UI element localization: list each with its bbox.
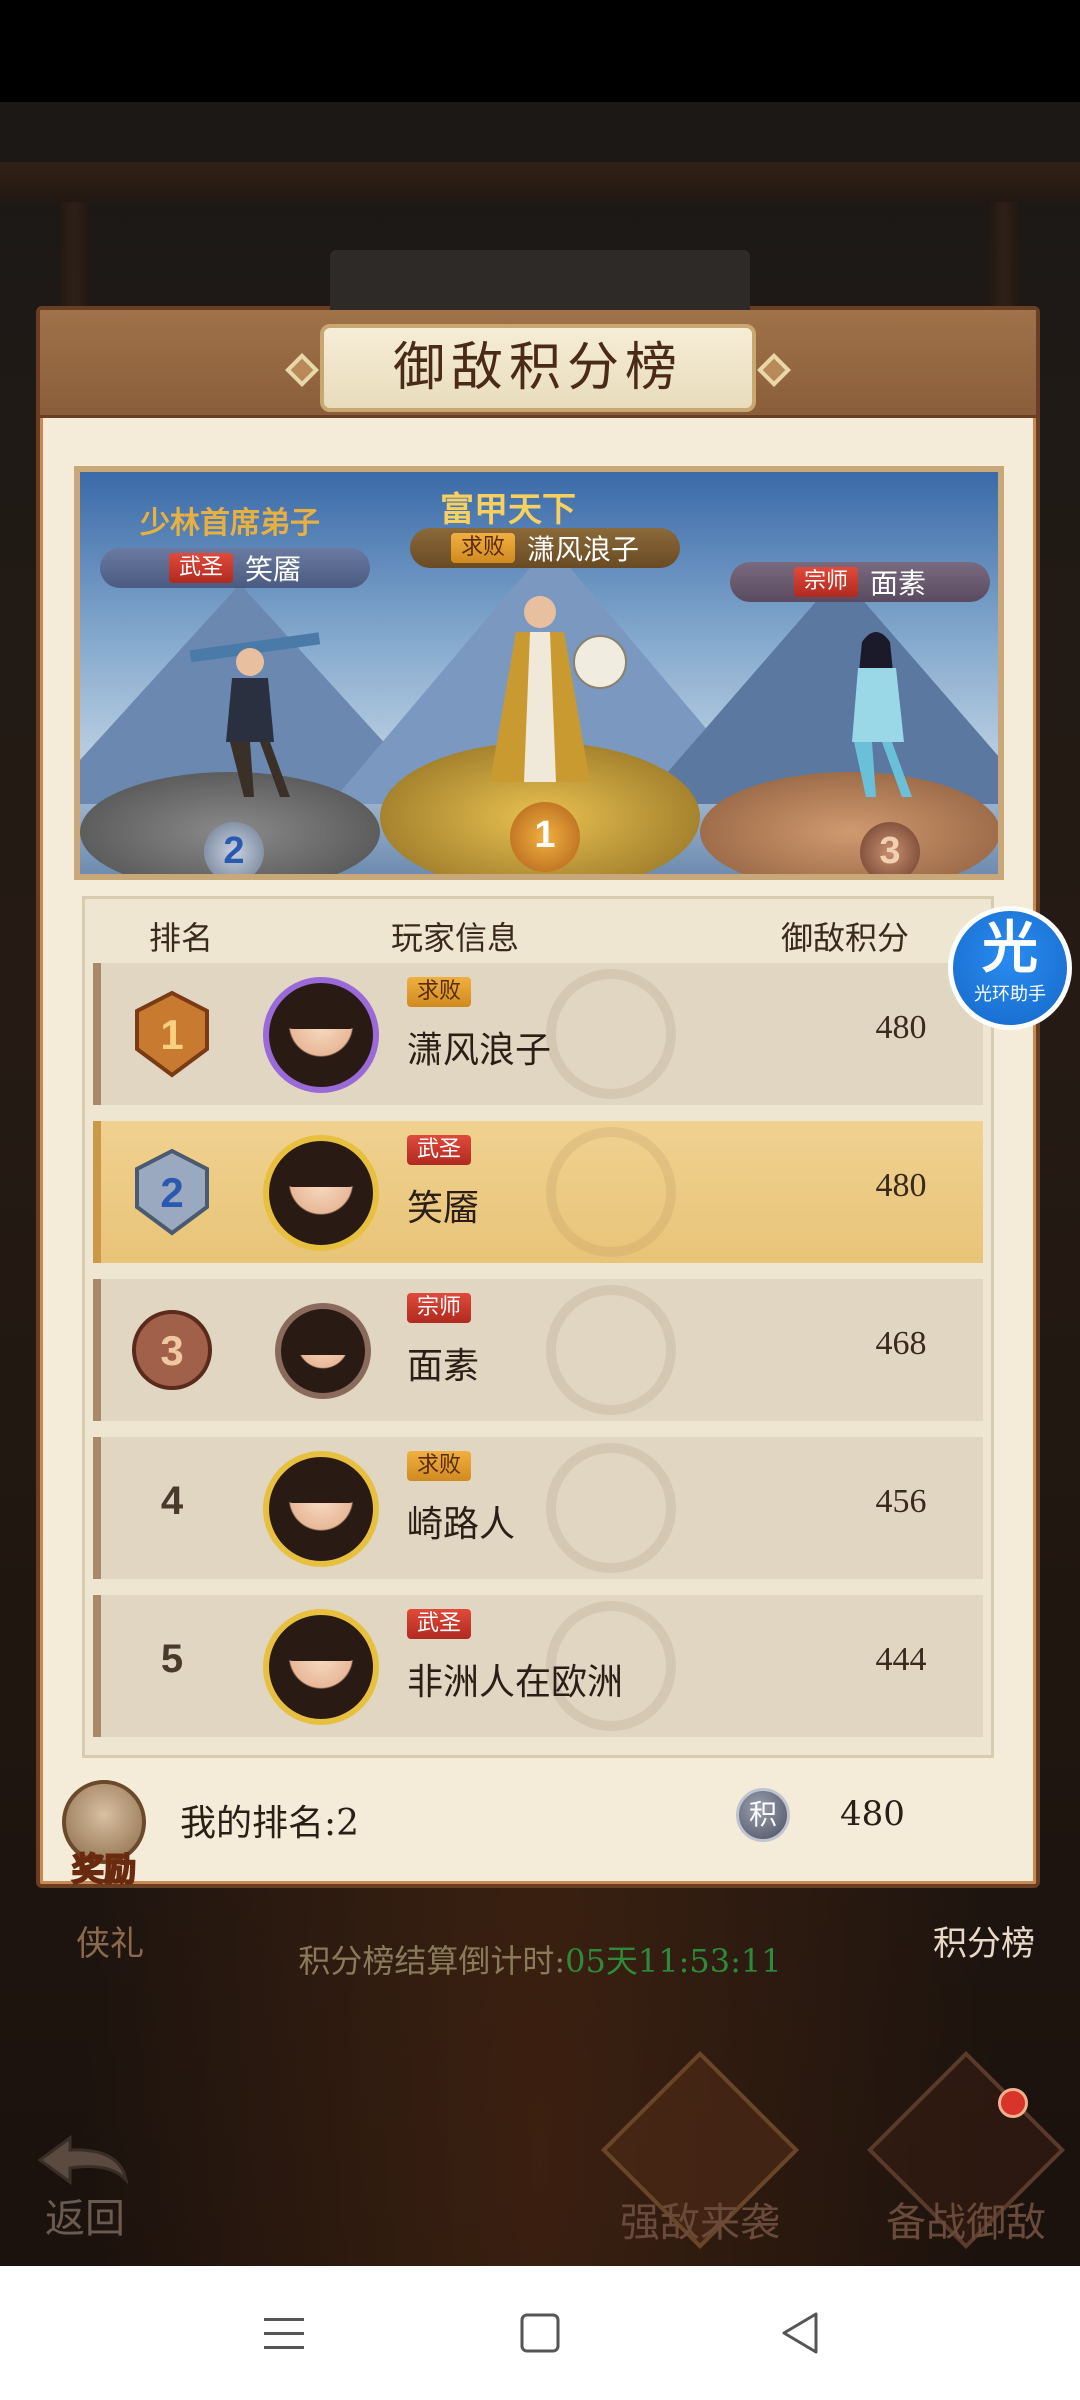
avatar[interactable] <box>263 977 379 1093</box>
prepare-defense-button[interactable]: 备战御敌 <box>846 2051 1080 2260</box>
rank-medal-silver-icon: 2 <box>135 1148 209 1236</box>
system-navigation-bar <box>0 2266 1080 2400</box>
countdown-label: 积分榜结算倒计时: <box>298 1942 566 1980</box>
reward-label: 奖励 <box>71 1849 137 1889</box>
podium-rank-3-icon: 3 <box>860 822 920 874</box>
panel-title: 御敌积分榜 <box>392 338 683 398</box>
header-player-info: 玩家信息 <box>391 919 520 957</box>
podium-3-badge: 宗师 <box>793 567 858 597</box>
header-rank: 排名 <box>149 919 214 957</box>
panel-header: 御敌积分榜 <box>40 310 1036 418</box>
podium-2-honor-title: 少林首席弟子 <box>140 506 320 541</box>
assistant-glyph: 光 <box>982 915 1038 981</box>
avatar-hair <box>285 1621 357 1661</box>
player-score: 444 <box>875 1641 927 1678</box>
player-name: 面素 <box>407 1346 480 1387</box>
podium-1-honor-title: 富甲天下 <box>440 490 576 530</box>
player-score: 456 <box>875 1483 927 1520</box>
player-score: 480 <box>875 1009 927 1046</box>
podium-3-name: 面素 <box>870 567 927 600</box>
assistant-label: 光环助手 <box>974 984 1046 1005</box>
table-row[interactable]: 1 求败 潇风浪子 480 <box>93 963 983 1105</box>
title-badge: 宗师 <box>407 1293 472 1323</box>
avatar[interactable] <box>275 1303 371 1399</box>
avatar[interactable] <box>263 1451 379 1567</box>
my-rank: 我的排名:2 <box>180 1803 360 1844</box>
lotus-watermark <box>546 1285 676 1415</box>
avatar-hair <box>285 989 357 1029</box>
title-badge: 武圣 <box>407 1135 472 1165</box>
table-row[interactable]: 3 宗师 面素 468 <box>93 1279 983 1421</box>
rank-medal-gold-icon: 1 <box>135 990 209 1078</box>
reward-button[interactable]: 奖励 <box>54 1780 154 1890</box>
my-score: 480 <box>840 1794 905 1834</box>
podium-banner: 少林首席弟子 武圣 笑靥 富甲天下 求败 潇风浪子 宗师 面素 2 1 3 <box>74 466 1004 880</box>
prepare-defense-label: 备战御敌 <box>886 2200 1046 2246</box>
rank-medal-bronze-icon: 3 <box>132 1310 212 1390</box>
character-figure-1 <box>490 596 627 782</box>
rank-medal-number: 2 <box>160 1169 183 1216</box>
character-figure-3 <box>852 632 912 797</box>
avatar[interactable] <box>263 1609 379 1725</box>
back-button[interactable]: 返回 <box>30 2130 140 2242</box>
rank-medal-number: 1 <box>160 1011 183 1058</box>
player-name: 笑靥 <box>407 1188 480 1229</box>
title-ornament-right <box>757 353 791 387</box>
table-row[interactable]: 4 求败 崎路人 456 <box>93 1437 983 1579</box>
player-name: 崎路人 <box>407 1504 516 1545</box>
podium-rank-2-icon: 2 <box>204 822 264 874</box>
settlement-countdown: 积分榜结算倒计时:05天11:53:11 <box>0 1936 1080 1982</box>
title-badge: 武圣 <box>407 1609 472 1639</box>
rank-number: 5 <box>160 1637 184 1681</box>
avatar[interactable] <box>263 1135 379 1251</box>
back-label: 返回 <box>45 2196 125 2242</box>
menu-icon[interactable] <box>244 2296 324 2370</box>
podium-3-nameplate: 宗师 面素 <box>730 562 990 602</box>
title-plate: 御敌积分榜 <box>320 324 756 412</box>
player-score: 468 <box>875 1325 927 1362</box>
player-score: 480 <box>875 1167 927 1204</box>
player-name: 潇风浪子 <box>407 1030 552 1071</box>
avatar-hair <box>291 1315 355 1355</box>
avatar-hair <box>285 1463 357 1503</box>
header-score: 御敌积分 <box>781 919 910 957</box>
title-badge: 求败 <box>407 1451 472 1481</box>
table-header: 排名 玩家信息 御敌积分 <box>85 899 991 963</box>
podium-1-badge: 求败 <box>450 533 515 563</box>
podium-1-nameplate: 求败 潇风浪子 <box>410 528 680 568</box>
status-bar <box>0 0 1080 102</box>
rank-medal-number: 3 <box>160 1327 183 1374</box>
player-name: 非洲人在欧洲 <box>407 1662 624 1703</box>
home-square-icon[interactable] <box>500 2296 580 2370</box>
podium-2-name: 笑靥 <box>245 553 302 586</box>
avatar-hair <box>285 1147 357 1187</box>
score-coin-icon: 积 <box>736 1788 790 1842</box>
title-badge: 求败 <box>407 977 472 1007</box>
floating-assistant-button[interactable]: 光 光环助手 <box>948 906 1072 1030</box>
lotus-watermark <box>546 969 676 1099</box>
podium-2-badge: 武圣 <box>168 553 233 583</box>
enemy-attack-button[interactable]: 强敌来袭 <box>580 2051 820 2260</box>
leaderboard-panel: 御敌积分榜 少林首席弟子 武圣 笑靥 富甲天下 求败 潇风浪子 宗师 面素 2 … <box>36 250 1040 1890</box>
header-tab <box>330 250 750 310</box>
ranking-table: 排名 玩家信息 御敌积分 1 求败 潇风浪子 480 2 武圣 笑靥 480 3… <box>82 896 994 1758</box>
character-figure-2 <box>189 632 321 797</box>
countdown-time: 05天11:53:11 <box>565 1942 782 1980</box>
notification-dot <box>998 2088 1028 2118</box>
title-ornament-left <box>285 353 319 387</box>
back-arrow-icon <box>37 2135 129 2186</box>
table-row[interactable]: 5 武圣 非洲人在欧洲 444 <box>93 1595 983 1737</box>
lotus-watermark <box>546 1443 676 1573</box>
rank-number: 4 <box>160 1479 184 1523</box>
enemy-attack-label: 强敌来袭 <box>620 2200 780 2246</box>
lotus-watermark <box>546 1127 676 1257</box>
podium-1-name: 潇风浪子 <box>527 533 640 566</box>
podium-rank-1-icon: 1 <box>510 802 580 872</box>
back-triangle-icon[interactable] <box>760 2296 840 2370</box>
podium-2-nameplate: 武圣 笑靥 <box>100 548 370 588</box>
table-row-current-player[interactable]: 2 武圣 笑靥 480 <box>93 1121 983 1263</box>
